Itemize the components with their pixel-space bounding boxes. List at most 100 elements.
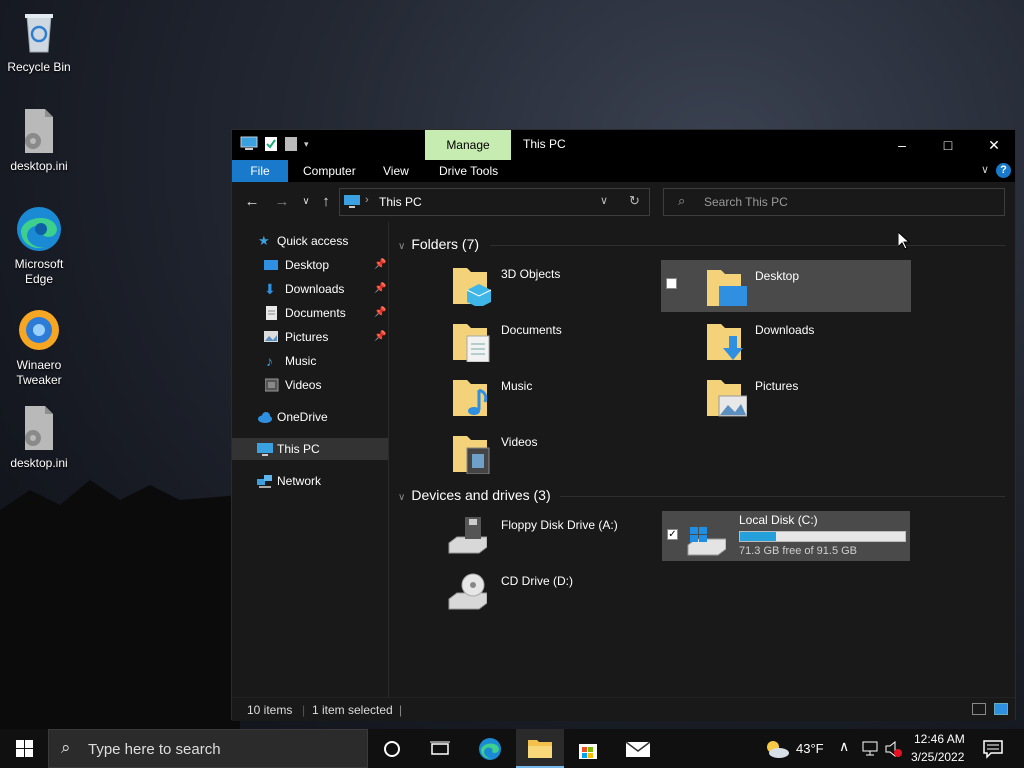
desktop-icon-label: desktop.ini bbox=[10, 159, 68, 173]
up-button[interactable]: ↑ bbox=[316, 192, 336, 212]
nav-label: Pictures bbox=[285, 330, 329, 344]
maximize-button[interactable]: □ bbox=[925, 130, 971, 160]
folder-tile-documents[interactable]: Documents bbox=[407, 314, 657, 366]
taskbar-edge-button[interactable] bbox=[466, 729, 514, 768]
tab-computer[interactable]: Computer bbox=[291, 160, 368, 182]
recent-locations-button[interactable]: ∨ bbox=[296, 192, 316, 212]
taskbar-search-input[interactable]: Type here to search bbox=[88, 741, 221, 758]
navigation-pane: ★ Quick access Desktop 📌 ⬇ Downloads 📌 D… bbox=[232, 222, 389, 697]
volume-muted-icon[interactable] bbox=[885, 741, 903, 757]
qat-dropdown-icon[interactable]: ▾ bbox=[304, 139, 309, 150]
close-button[interactable]: ✕ bbox=[971, 130, 1017, 160]
search-icon: ⌕ bbox=[61, 738, 71, 757]
taskbar-search-box[interactable]: ⌕ Type here to search bbox=[48, 729, 368, 768]
search-input[interactable]: Search This PC bbox=[704, 195, 788, 209]
nav-this-pc[interactable]: This PC bbox=[232, 438, 388, 460]
details-view-icon[interactable] bbox=[972, 703, 986, 715]
nav-item-downloads[interactable]: ⬇ Downloads 📌 bbox=[232, 278, 388, 300]
search-box[interactable]: ⌕ Search This PC bbox=[663, 188, 1005, 216]
cortana-button[interactable] bbox=[368, 729, 416, 768]
weather-temperature[interactable]: 43°F bbox=[796, 741, 824, 756]
new-folder-icon[interactable] bbox=[284, 136, 298, 152]
forward-button[interactable]: → bbox=[272, 192, 292, 212]
nav-label: Network bbox=[277, 474, 322, 488]
nav-item-pictures[interactable]: Pictures 📌 bbox=[232, 326, 388, 348]
desktop-icon-winaero[interactable]: Winaero Tweaker bbox=[0, 306, 78, 388]
nav-network[interactable]: Network bbox=[232, 470, 388, 492]
3d-objects-folder-icon bbox=[453, 268, 492, 306]
group-header-folders[interactable]: ∨ Folders (7) bbox=[398, 236, 479, 252]
expand-ribbon-icon[interactable]: ∨ bbox=[981, 163, 989, 176]
folder-tile-videos[interactable]: Videos bbox=[407, 426, 657, 478]
folder-tile-downloads[interactable]: Downloads bbox=[661, 314, 911, 366]
selection-checkbox[interactable]: ✓ bbox=[667, 529, 678, 540]
folder-tile-pictures[interactable]: Pictures bbox=[661, 370, 911, 422]
taskbar-mail-button[interactable] bbox=[614, 729, 662, 768]
drive-tile-floppy[interactable]: Floppy Disk Drive (A:) bbox=[407, 509, 657, 561]
nav-label: This PC bbox=[277, 442, 320, 456]
cortana-icon bbox=[384, 740, 400, 757]
selection-checkbox[interactable] bbox=[666, 278, 677, 289]
folder-tile-music[interactable]: Music bbox=[407, 370, 657, 422]
pin-icon[interactable]: 📌 bbox=[374, 278, 386, 300]
group-header-devices[interactable]: ∨ Devices and drives (3) bbox=[398, 487, 551, 503]
network-tray-icon[interactable] bbox=[862, 741, 880, 757]
tab-drive-tools[interactable]: Drive Tools bbox=[427, 160, 510, 182]
computer-icon[interactable] bbox=[240, 136, 258, 152]
cd-drive-icon bbox=[448, 573, 487, 610]
title-bar[interactable]: ▾ Manage This PC – □ ✕ bbox=[232, 130, 1015, 160]
desktop-icon-desktop-ini-2[interactable]: desktop.ini bbox=[0, 404, 78, 471]
nav-quick-access[interactable]: ★ Quick access bbox=[232, 230, 388, 252]
folder-tile-desktop[interactable]: Desktop bbox=[661, 260, 911, 312]
back-button[interactable]: ← bbox=[242, 192, 262, 212]
breadcrumb-chevron-icon[interactable]: › bbox=[365, 194, 369, 206]
start-button[interactable] bbox=[0, 729, 48, 768]
minimize-button[interactable]: – bbox=[879, 130, 925, 160]
desktop-icon-desktop-ini[interactable]: desktop.ini bbox=[0, 107, 78, 174]
address-text: This PC bbox=[379, 195, 422, 209]
status-divider: | bbox=[399, 703, 403, 717]
star-icon: ★ bbox=[258, 233, 270, 248]
clock-date[interactable]: 3/25/2022 bbox=[911, 750, 964, 764]
desktop-icon-edge[interactable]: Microsoft Edge bbox=[0, 205, 78, 287]
help-icon[interactable]: ? bbox=[996, 163, 1011, 178]
document-icon bbox=[266, 306, 277, 320]
tile-label: Desktop bbox=[755, 269, 800, 283]
mouse-cursor-icon bbox=[898, 232, 910, 250]
clock-time[interactable]: 12:46 AM bbox=[914, 732, 965, 746]
nav-onedrive[interactable]: OneDrive bbox=[232, 406, 388, 428]
address-dropdown-icon[interactable]: ∨ bbox=[600, 194, 608, 207]
pin-icon[interactable]: 📌 bbox=[374, 302, 386, 324]
large-icons-view-icon[interactable] bbox=[994, 703, 1008, 715]
pin-icon[interactable]: 📌 bbox=[374, 326, 386, 348]
desktop-icon-label: Recycle Bin bbox=[7, 60, 71, 74]
tab-manage-context[interactable]: Manage bbox=[425, 130, 511, 160]
notifications-icon[interactable] bbox=[983, 739, 1003, 759]
drive-tile-cd[interactable]: CD Drive (D:) bbox=[407, 565, 657, 617]
desktop-icon-label: Microsoft Edge bbox=[14, 257, 64, 286]
task-view-button[interactable] bbox=[416, 729, 464, 768]
desktop-icon-recycle-bin[interactable]: Recycle Bin bbox=[0, 8, 78, 75]
settings-file-icon bbox=[15, 107, 63, 155]
maximize-icon: □ bbox=[943, 137, 953, 153]
drive-tile-local-disk-c[interactable]: ✓ Local Disk (C:) 71.3 GB free of 91.5 G… bbox=[662, 511, 910, 561]
tab-file[interactable]: File bbox=[232, 160, 288, 182]
refresh-icon[interactable]: ↻ bbox=[629, 193, 640, 209]
address-bar[interactable]: › This PC ∨ ↻ bbox=[339, 188, 650, 216]
taskbar-store-button[interactable] bbox=[564, 729, 612, 768]
nav-item-videos[interactable]: Videos bbox=[232, 374, 388, 396]
tray-overflow-chevron-icon[interactable]: ∧ bbox=[839, 738, 849, 755]
properties-icon[interactable] bbox=[264, 136, 278, 152]
nav-item-music[interactable]: ♪ Music bbox=[232, 350, 388, 372]
nav-item-desktop[interactable]: Desktop 📌 bbox=[232, 254, 388, 276]
weather-icon[interactable] bbox=[764, 739, 790, 759]
pin-icon[interactable]: 📌 bbox=[374, 254, 386, 276]
folder-tile-3d-objects[interactable]: 3D Objects bbox=[407, 258, 657, 310]
tab-view[interactable]: View bbox=[371, 160, 421, 182]
taskbar-file-explorer-button[interactable] bbox=[516, 729, 564, 768]
group-divider bbox=[490, 245, 1005, 246]
nav-item-documents[interactable]: Documents 📌 bbox=[232, 302, 388, 324]
pictures-icon bbox=[264, 331, 278, 342]
tile-label: Videos bbox=[501, 435, 538, 449]
nav-label: Downloads bbox=[285, 282, 345, 296]
